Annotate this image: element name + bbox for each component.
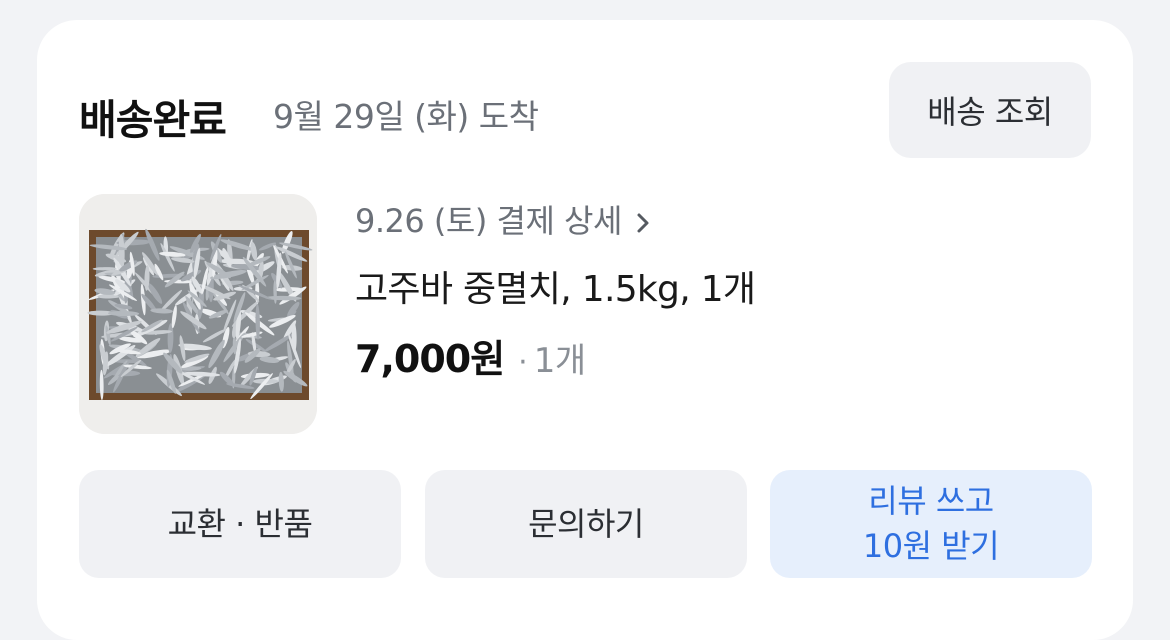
arrival-date: 9월 29일 (화) 도착 — [273, 97, 539, 136]
product-name[interactable]: 고주바 중멸치, 1.5kg, 1개 — [355, 260, 756, 312]
separator-dot: · — [518, 345, 528, 380]
payment-detail-link[interactable]: 9.26 (토) 결제 상세 — [355, 196, 650, 242]
write-review-button[interactable]: 리뷰 쓰고 10원 받기 — [770, 470, 1092, 578]
exchange-return-button[interactable]: 교환 · 반품 — [79, 470, 401, 578]
inquiry-button[interactable]: 문의하기 — [425, 470, 747, 578]
order-card: 배송완료 9월 29일 (화) 도착 배송 조회 9.26 (토) 결제 상세 … — [37, 20, 1133, 640]
price: 7,000원 — [355, 337, 505, 381]
review-line-1: 리뷰 쓰고 — [868, 482, 994, 521]
product-thumbnail[interactable] — [79, 194, 317, 434]
price-row: 7,000원 · 1개 — [355, 328, 586, 383]
chevron-right-icon — [636, 204, 650, 242]
track-delivery-button[interactable]: 배송 조회 — [889, 62, 1091, 158]
product-image — [79, 194, 317, 434]
quantity: 1개 — [533, 341, 586, 381]
payment-detail-label: 9.26 (토) 결제 상세 — [355, 202, 622, 240]
review-line-2: 10원 받기 — [862, 527, 1000, 565]
delivery-status: 배송완료 — [79, 96, 227, 144]
